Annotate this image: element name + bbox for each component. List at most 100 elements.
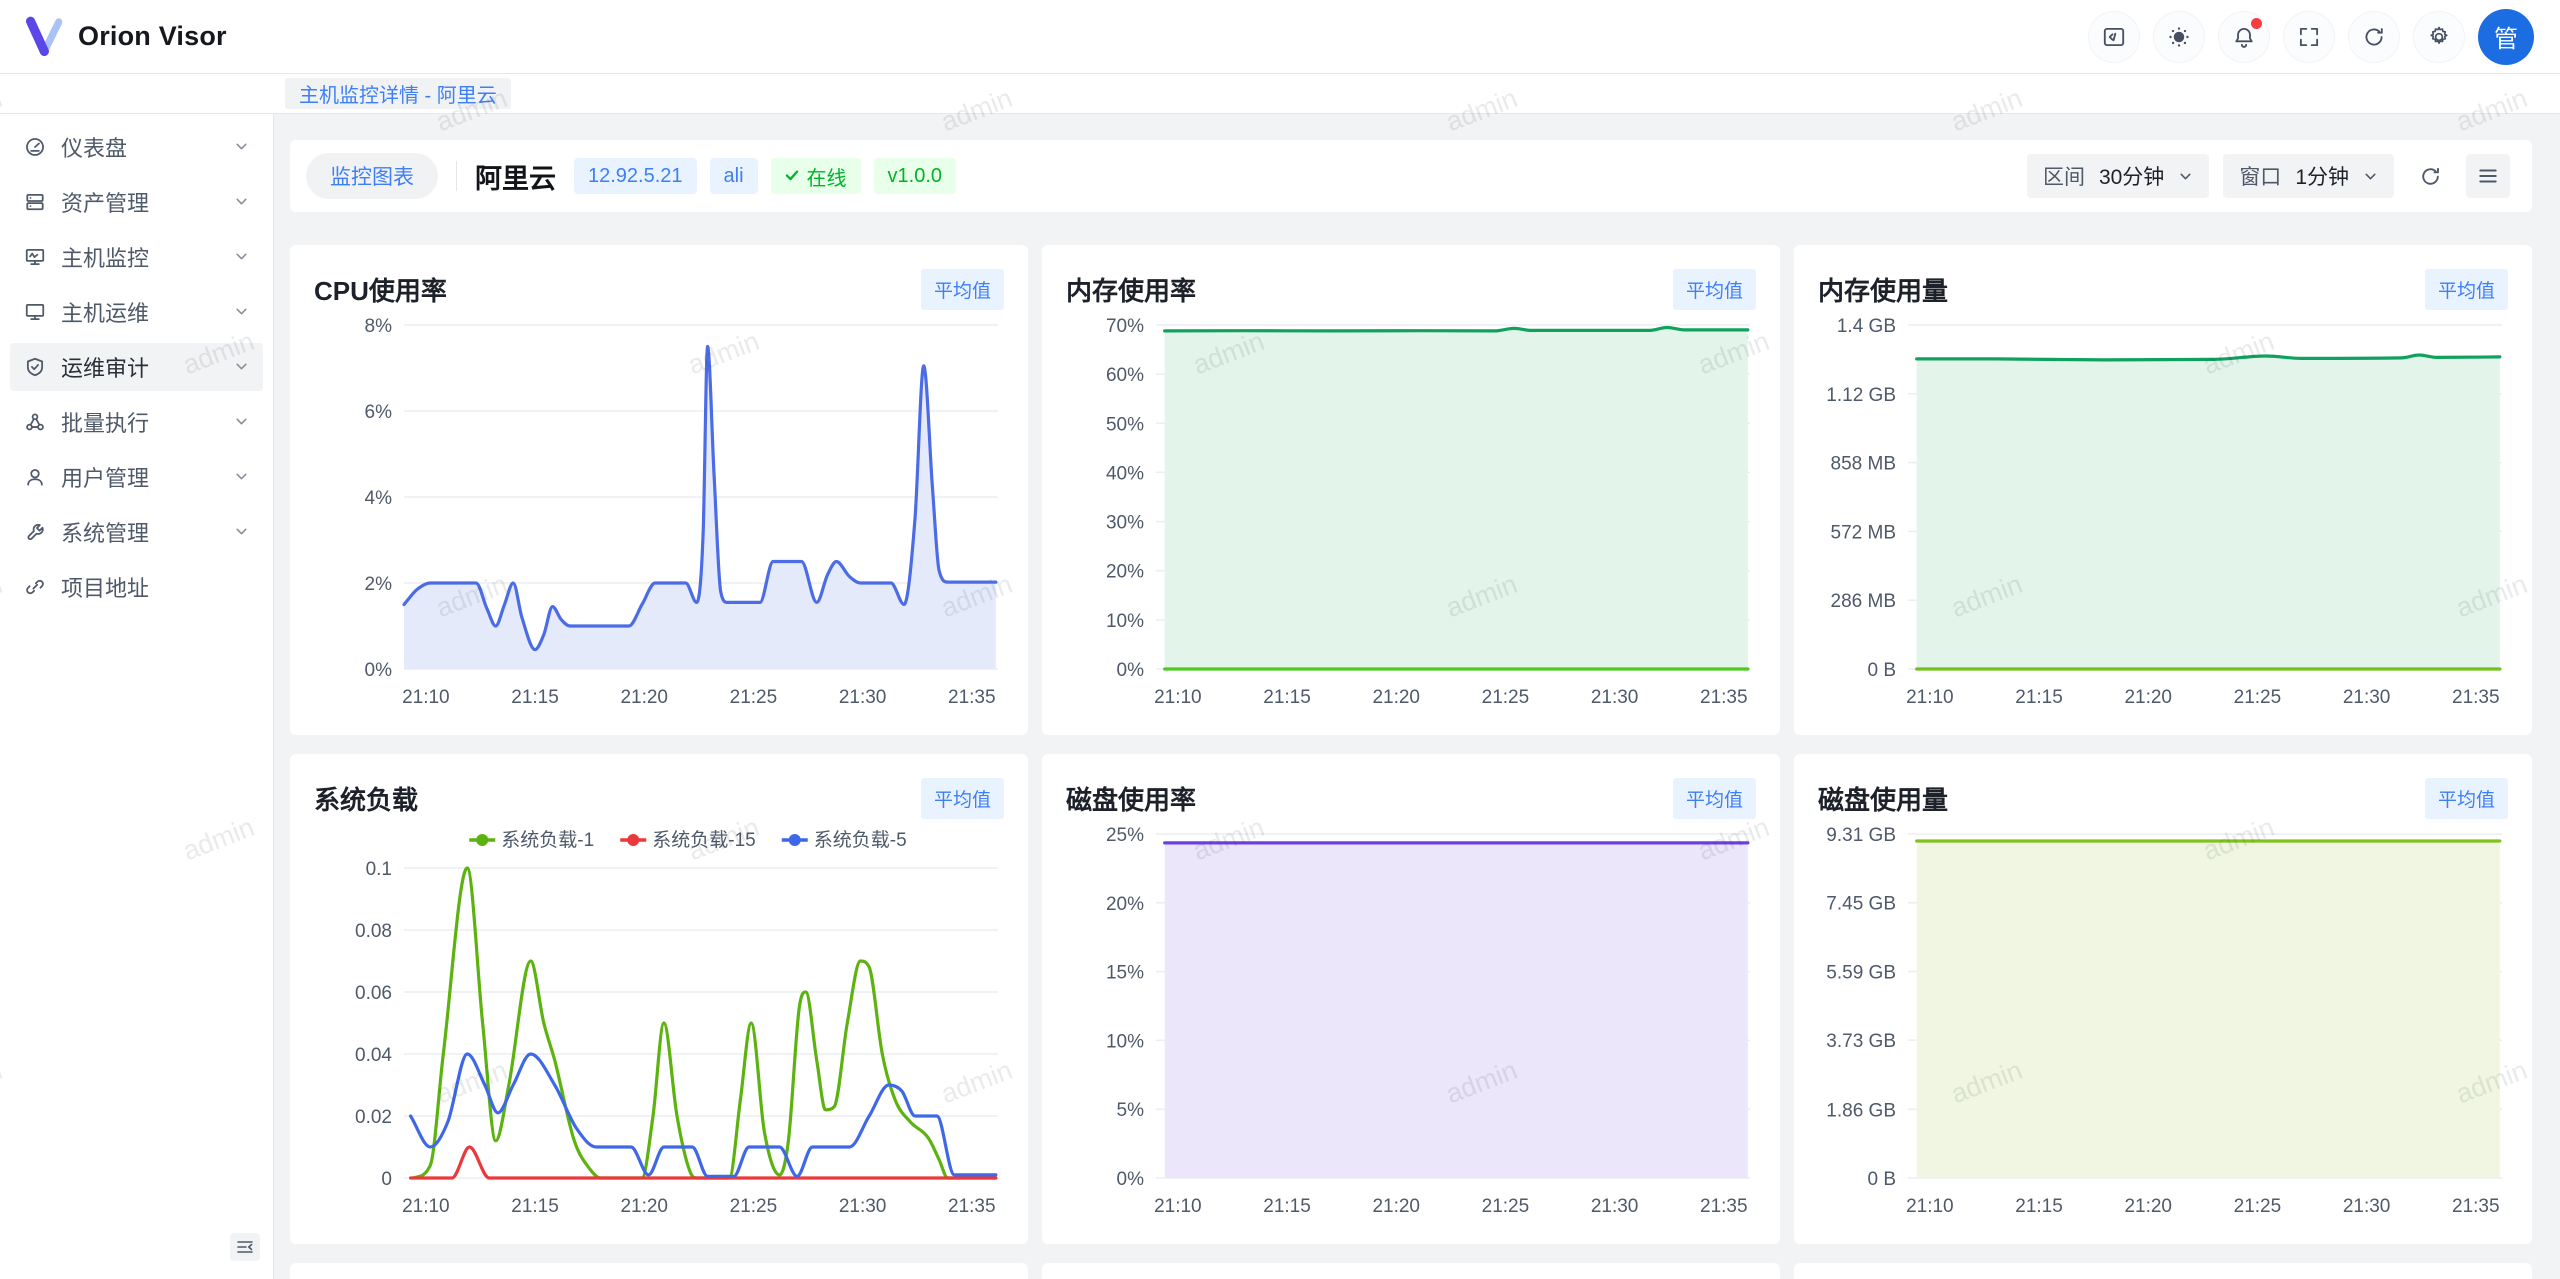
avatar[interactable]: 管 [2478,9,2534,65]
host-ops-icon [24,301,46,323]
chart-card: 系统负载平均值00.020.040.060.080.121:1021:1521:… [290,754,1028,1244]
host-info-left: 监控图表 阿里云 12.92.5.21ali在线v1.0.0 [306,153,956,199]
svg-text:系统负载-15: 系统负载-15 [652,829,755,851]
svg-text:21:20: 21:20 [1372,1196,1420,1217]
svg-text:0%: 0% [1117,660,1145,681]
brand-name: Orion Visor [78,21,227,52]
tab-host-monitor-detail[interactable]: 主机监控详情 - 阿里云 [285,78,511,109]
average-badge: 平均值 [1673,778,1756,819]
sidebar-item-label: 批量执行 [61,406,219,438]
brand: Orion Visor [24,16,227,58]
chart-card-stub [290,1263,1028,1279]
svg-text:21:20: 21:20 [2124,687,2172,708]
svg-text:21:25: 21:25 [1482,1196,1530,1217]
svg-text:21:30: 21:30 [1591,1196,1639,1217]
fullscreen-button[interactable] [2283,11,2335,63]
sidebar-item-batch[interactable]: 批量执行 [10,398,263,446]
svg-text:6%: 6% [365,402,393,423]
svg-text:10%: 10% [1106,1031,1144,1052]
svg-text:21:35: 21:35 [1700,1196,1748,1217]
svg-text:21:30: 21:30 [2343,1196,2391,1217]
range-select[interactable]: 区间 30分钟 [2027,154,2209,198]
svg-text:21:10: 21:10 [1906,1196,1954,1217]
refresh-button[interactable] [2348,11,2400,63]
window-label: 窗口 [2239,161,2281,191]
chart-grid: CPU使用率平均值0%2%4%6%8%21:1021:1521:2021:252… [290,245,2532,1244]
chevron-down-icon [2178,169,2193,184]
sidebar-item-users[interactable]: 用户管理 [10,453,263,501]
svg-text:0%: 0% [1117,1169,1145,1190]
svg-text:21:15: 21:15 [2015,1196,2063,1217]
sidebar-item-dashboard[interactable]: 仪表盘 [10,123,263,171]
chart-card-header: 磁盘使用率平均值 [1066,778,1756,818]
svg-text:21:30: 21:30 [839,1196,887,1217]
monitor-charts-button[interactable]: 监控图表 [306,153,438,199]
host-badge: 在线 [771,158,861,194]
svg-text:7.45 GB: 7.45 GB [1826,894,1896,915]
sidebar-item-link[interactable]: 项目地址 [10,563,263,611]
sidebar-item-assets[interactable]: 资产管理 [10,178,263,226]
chevron-down-icon [234,189,249,215]
host-badge: 12.92.5.21 [574,158,697,194]
sidebar-item-audit[interactable]: 运维审计 [10,343,263,391]
svg-text:21:25: 21:25 [730,687,778,708]
range-label: 区间 [2043,161,2085,191]
check-icon [785,165,799,188]
chart-canvas: 0%10%20%30%40%50%60%70%21:1021:1521:2021… [1066,311,1756,711]
chart-title: 内存使用量 [1818,271,1948,308]
svg-text:0.08: 0.08 [355,921,392,942]
chart-config-button[interactable] [2466,154,2510,198]
sidebar-item-host-monitor[interactable]: 主机监控 [10,233,263,281]
svg-text:0.06: 0.06 [355,983,392,1004]
navbar-actions: 管 [2088,9,2534,65]
chart-title: 磁盘使用量 [1818,780,1948,817]
sidebar-item-label: 运维审计 [61,351,219,383]
svg-text:20%: 20% [1106,562,1144,583]
app-root: Orion Visor 管 主机监控详情 - 阿里云 仪表盘资产管理主机监控主机… [0,0,2560,1279]
average-badge: 平均值 [1673,269,1756,310]
chart-card-header: 内存使用量平均值 [1818,269,2508,309]
svg-text:21:20: 21:20 [620,1196,668,1217]
assets-icon [24,191,46,213]
chart-card: 磁盘使用量平均值0 B1.86 GB3.73 GB5.59 GB7.45 GB9… [1794,754,2532,1244]
audit-icon [24,356,46,378]
svg-text:3.73 GB: 3.73 GB [1826,1031,1896,1052]
svg-text:40%: 40% [1106,463,1144,484]
refresh-charts-button[interactable] [2408,154,2452,198]
system-icon [24,521,46,543]
sidebar-collapse-button[interactable] [230,1233,260,1261]
window-select[interactable]: 窗口 1分钟 [2223,154,2394,198]
svg-text:0 B: 0 B [1867,660,1896,681]
logo-icon [24,16,66,58]
menu-fold-icon [235,1237,255,1257]
svg-text:286 MB: 286 MB [1831,591,1896,612]
average-badge: 平均值 [921,778,1004,819]
fullscreen-icon [2296,24,2322,50]
chart-card: 内存使用量平均值0 B286 MB572 MB858 MB1.12 GB1.4 … [1794,245,2532,735]
settings-button[interactable] [2413,11,2465,63]
svg-text:21:10: 21:10 [1154,1196,1202,1217]
svg-text:50%: 50% [1106,414,1144,435]
tab-bar: 主机监控详情 - 阿里云 [0,74,2560,114]
users-icon [24,466,46,488]
chart-card: 磁盘使用率平均值0%5%10%15%20%25%21:1021:1521:202… [1042,754,1780,1244]
theme-button[interactable] [2153,11,2205,63]
code-icon [2101,24,2127,50]
menu-icon [2477,165,2499,187]
batch-icon [24,411,46,433]
svg-text:系统负载-1: 系统负载-1 [501,829,594,851]
code-button[interactable] [2088,11,2140,63]
svg-text:21:35: 21:35 [2452,687,2500,708]
average-badge: 平均值 [921,269,1004,310]
top-navbar: Orion Visor 管 [0,0,2560,74]
sidebar-item-label: 主机监控 [61,241,219,273]
sidebar-item-host-ops[interactable]: 主机运维 [10,288,263,336]
svg-text:20%: 20% [1106,894,1144,915]
svg-text:系统负载-5: 系统负载-5 [814,829,907,851]
svg-text:25%: 25% [1106,825,1144,846]
window-value: 1分钟 [2295,161,2349,191]
sidebar-item-system[interactable]: 系统管理 [10,508,263,556]
notifications-button[interactable] [2218,11,2270,63]
svg-text:21:30: 21:30 [839,687,887,708]
chart-card-header: 系统负载平均值 [314,778,1004,818]
